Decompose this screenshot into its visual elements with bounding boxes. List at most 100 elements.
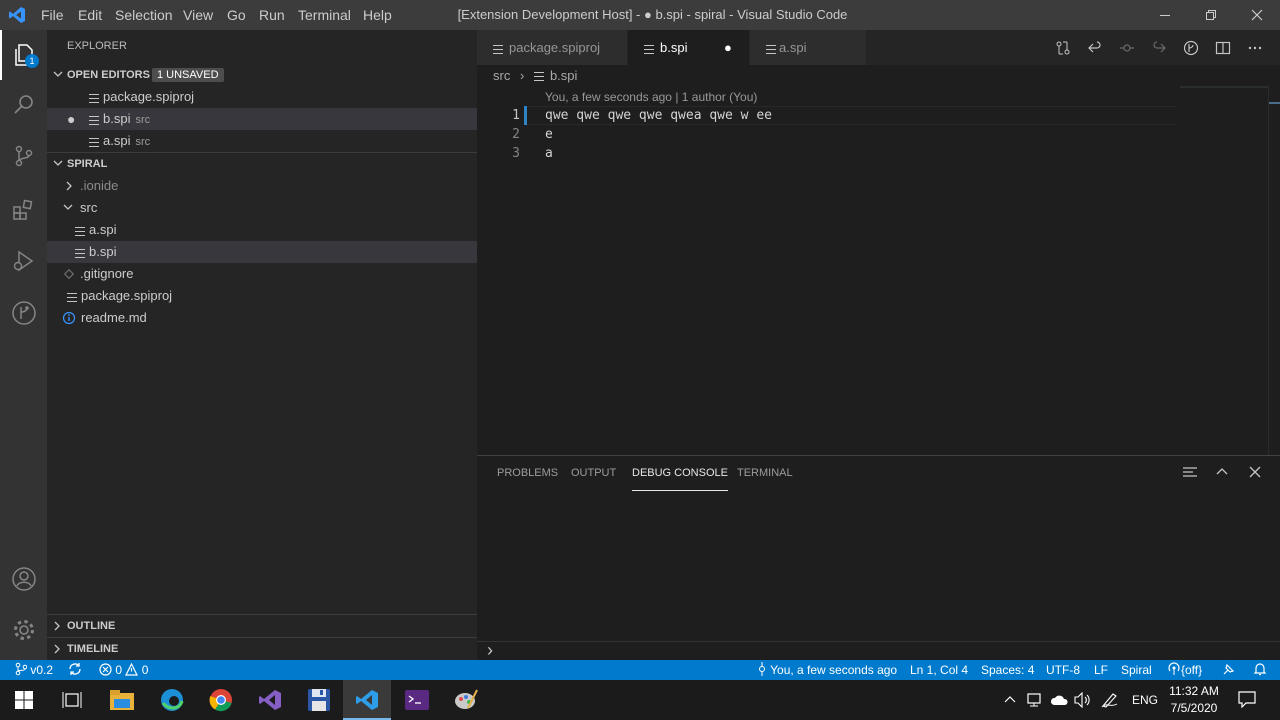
edge-browser-icon[interactable] [148, 680, 196, 720]
action-center-icon[interactable] [1238, 690, 1256, 713]
timeline-label: TIMELINE [67, 643, 119, 655]
code-line[interactable]: qwe qwe qwe qwe qwea qwe w ee [545, 106, 772, 125]
code-line[interactable]: e [545, 125, 553, 144]
tree-item-a-spi[interactable]: a.spi [47, 219, 477, 241]
task-view-icon[interactable] [48, 680, 96, 720]
clock-date[interactable]: 7/5/2020 [1165, 700, 1223, 716]
tab-package-spiproj[interactable]: package.spiproj [477, 30, 628, 65]
show-hidden-icons-icon[interactable] [1003, 692, 1017, 711]
outline-header[interactable]: OUTLINE [47, 615, 477, 637]
tab-a-spi[interactable]: a.spi [750, 30, 867, 65]
tab-b-spi[interactable]: b.spi ● [628, 30, 750, 65]
line-ending[interactable]: LF [1094, 660, 1108, 680]
gitlens-toggle-icon[interactable] [1175, 30, 1207, 65]
network-icon[interactable] [1026, 692, 1042, 713]
panel: PROBLEMS OUTPUT DEBUG CONSOLE TERMINAL › [477, 455, 1280, 660]
minimap[interactable] [1180, 86, 1268, 88]
vscode-taskbar-icon[interactable] [343, 680, 391, 720]
clock-time[interactable]: 11:32 AM [1165, 683, 1223, 699]
file-lines-icon [89, 87, 99, 109]
sync-icon[interactable] [68, 660, 82, 680]
commit-icon[interactable] [1111, 30, 1143, 65]
more-actions-icon[interactable] [1239, 30, 1271, 65]
onedrive-cloud-icon[interactable] [1050, 693, 1068, 712]
encoding[interactable]: UTF-8 [1046, 660, 1080, 680]
menu-run[interactable]: Run [259, 0, 285, 30]
spiral-folder-header[interactable]: SPIRAL [47, 153, 477, 175]
tab-problems[interactable]: PROBLEMS [497, 466, 558, 491]
save-floppy-icon[interactable] [295, 680, 343, 720]
tab-terminal[interactable]: TERMINAL [737, 466, 793, 491]
tree-item-ionide[interactable]: .ionide [47, 175, 477, 197]
run-debug-icon[interactable] [0, 236, 47, 286]
file-lines-icon [75, 220, 85, 242]
tab-output[interactable]: OUTPUT [571, 466, 616, 491]
minimize-button[interactable] [1142, 0, 1188, 30]
gitlens-icon[interactable] [0, 288, 47, 338]
extensions-icon[interactable] [0, 185, 47, 235]
open-editor-item[interactable]: a.spi src [47, 130, 477, 152]
close-window-button[interactable] [1234, 0, 1280, 30]
clear-console-icon[interactable] [1182, 464, 1198, 485]
dirty-dot-icon[interactable]: ● [67, 108, 75, 130]
next-revision-icon[interactable] [1143, 30, 1175, 65]
explorer-icon[interactable]: 1 [0, 30, 47, 80]
restore-button[interactable] [1188, 0, 1234, 30]
open-editor-item[interactable]: package.spiproj [47, 86, 477, 108]
branch-status[interactable]: v0.2 [15, 660, 53, 680]
terminal-app-icon[interactable] [393, 680, 441, 720]
windows-start-icon[interactable] [0, 680, 48, 720]
paint-app-icon[interactable] [442, 680, 490, 720]
breadcrumb-file[interactable]: b.spi [550, 68, 577, 83]
cursor-position[interactable]: Ln 1, Col 4 [910, 660, 968, 680]
sidebar: EXPLORER OPEN EDITORS 1 UNSAVED package.… [47, 30, 477, 660]
tree-item-label: a.spi [89, 222, 117, 237]
menu-view[interactable]: View [183, 0, 213, 30]
dirty-dot-icon[interactable]: ● [724, 30, 732, 65]
notifications-bell-icon[interactable] [1253, 660, 1267, 680]
tab-debug-console[interactable]: DEBUG CONSOLE [632, 466, 728, 491]
live-share-status[interactable]: {off} [1167, 660, 1202, 680]
visual-studio-icon[interactable] [246, 680, 294, 720]
source-control-icon[interactable] [0, 131, 47, 181]
blame-status[interactable]: You, a few seconds ago [757, 660, 897, 680]
indentation[interactable]: Spaces: 4 [981, 660, 1034, 680]
close-panel-icon[interactable] [1247, 464, 1263, 485]
accounts-icon[interactable] [0, 554, 47, 604]
maximize-panel-icon[interactable] [1214, 464, 1230, 485]
broadcast-icon [1168, 662, 1180, 675]
console-prompt-icon[interactable]: › [487, 640, 493, 660]
menu-go[interactable]: Go [227, 0, 246, 30]
breadcrumb-folder[interactable]: src [493, 68, 510, 83]
language-mode[interactable]: Spiral [1121, 660, 1152, 680]
editor-scrollbar[interactable] [1268, 86, 1280, 455]
tree-item-package[interactable]: package.spiproj [47, 285, 477, 307]
split-editor-icon[interactable] [1207, 30, 1239, 65]
previous-revision-icon[interactable] [1079, 30, 1111, 65]
open-changes-icon[interactable] [1047, 30, 1079, 65]
tree-item-gitignore[interactable]: .gitignore [47, 263, 477, 285]
line-number: 3 [512, 146, 520, 161]
settings-gear-icon[interactable] [0, 605, 47, 655]
explorer-badge: 1 [25, 54, 39, 68]
file-explorer-icon[interactable] [98, 680, 146, 720]
input-language[interactable]: ENG [1132, 680, 1158, 720]
volume-speaker-icon[interactable] [1074, 691, 1092, 713]
menu-selection[interactable]: Selection [115, 0, 173, 30]
feedback-icon[interactable] [1222, 660, 1236, 680]
tree-item-readme[interactable]: readme.md [47, 307, 477, 329]
tree-item-b-spi[interactable]: b.spi [47, 241, 477, 263]
open-editors-header[interactable]: OPEN EDITORS 1 UNSAVED [47, 64, 477, 86]
codelens-blame[interactable]: You, a few seconds ago | 1 author (You) [545, 88, 757, 106]
code-line[interactable]: a [545, 144, 553, 163]
chrome-browser-icon[interactable] [197, 680, 245, 720]
problems-status[interactable]: 0 0 [99, 660, 148, 680]
pen-ink-icon[interactable] [1101, 692, 1119, 713]
menu-file[interactable]: File [41, 0, 64, 30]
search-icon[interactable] [0, 80, 47, 130]
menu-edit[interactable]: Edit [78, 0, 102, 30]
timeline-header[interactable]: TIMELINE [47, 638, 477, 660]
tree-item-src[interactable]: src [47, 197, 477, 219]
warning-count: 0 [141, 663, 149, 677]
open-editor-item[interactable]: ● b.spi src [47, 108, 477, 130]
